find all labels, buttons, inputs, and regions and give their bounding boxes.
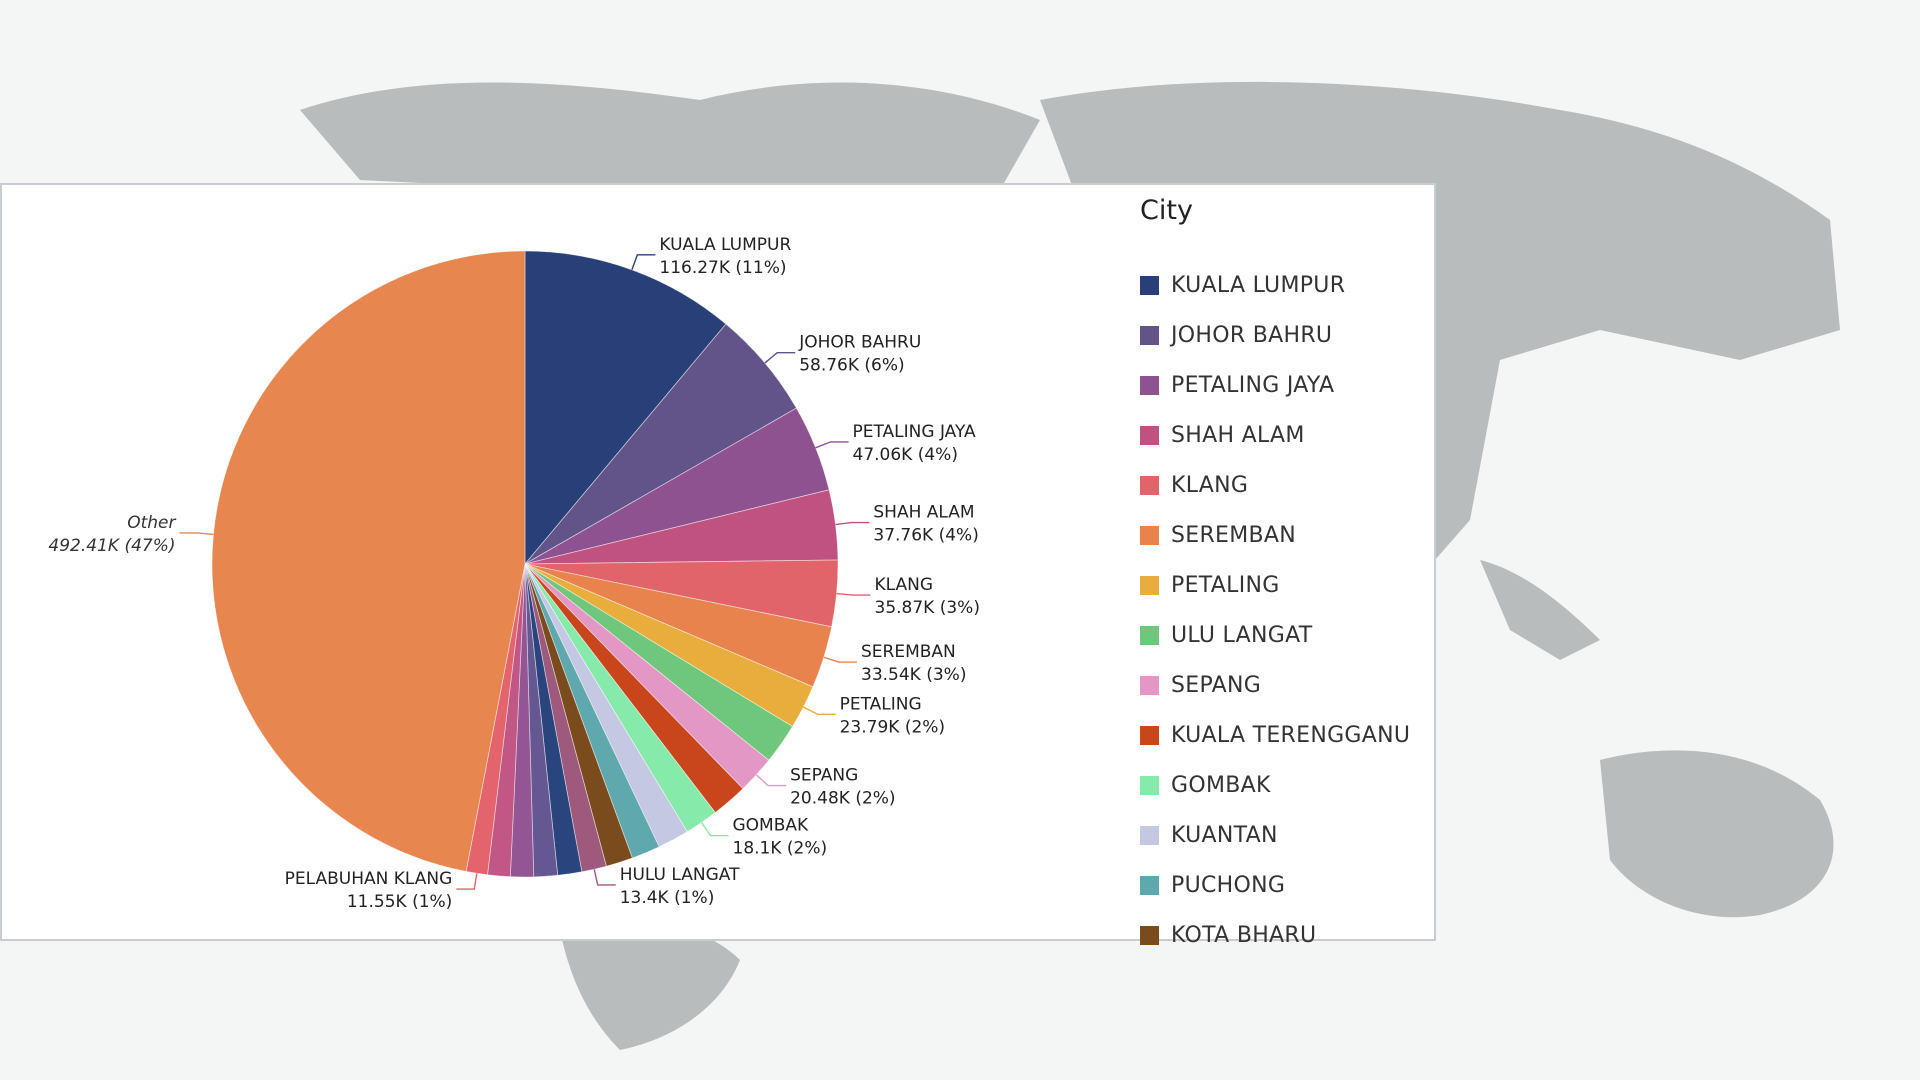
legend-swatch-petaling: [1140, 575, 1159, 595]
legend-items: KUALA LUMPUR JOHOR BAHRU PETALING JAYA SHAH…: [1140, 260, 1410, 960]
legend-swatch-klang: [1140, 475, 1159, 495]
legend-label-shah-alam: SHAH ALAM: [1171, 422, 1305, 448]
data-label-name-pelabuhan-klang: PELABUHAN KLANG: [285, 869, 453, 889]
legend-swatch-kuantan: [1140, 825, 1159, 845]
data-label-value-kuala-lumpur: 116.27K (11%): [659, 258, 786, 278]
data-label-name-kuala-lumpur: KUALA LUMPUR: [659, 235, 791, 255]
data-label-name-gombak: GOMBAK: [733, 816, 810, 836]
data-label-value-petaling: 23.79K (2%): [840, 717, 945, 737]
data-label-value-johor-bahru: 58.76K (6%): [799, 356, 904, 376]
legend-item-gombak[interactable]: GOMBAK: [1140, 760, 1410, 810]
data-label-value-other: 492.41K (47%): [48, 536, 175, 556]
legend-item-kuantan[interactable]: KUANTAN: [1140, 810, 1410, 860]
legend-label-petaling-jaya: PETALING JAYA: [1171, 372, 1335, 398]
legend-item-kota-bharu[interactable]: KOTA BHARU: [1140, 910, 1410, 960]
leader-line-pelabuhan-klang: [456, 873, 478, 890]
leader-line-petaling-jaya: [815, 441, 849, 449]
legend-item-klang[interactable]: KLANG: [1140, 460, 1410, 510]
legend-swatch-puchong: [1140, 875, 1159, 895]
legend-item-sepang[interactable]: SEPANG: [1140, 660, 1410, 710]
legend-swatch-kuala-lumpur: [1140, 275, 1159, 295]
data-label-value-hulu-langat: 13.4K (1%): [620, 888, 715, 908]
leader-line-seremban: [823, 656, 857, 663]
legend-item-puchong[interactable]: PUCHONG: [1140, 860, 1410, 910]
legend-label-johor-bahru: JOHOR BAHRU: [1171, 322, 1333, 348]
data-label-name-klang: KLANG: [875, 575, 934, 595]
legend-label-puchong: PUCHONG: [1171, 872, 1286, 898]
leader-line-gombak: [700, 822, 729, 837]
chart-panel: KUALA LUMPUR 116.27K (11%) JOHOR BAHRU 58.7…: [0, 183, 1436, 948]
legend-item-kuala-terengganu[interactable]: KUALA TERENGGANU: [1140, 710, 1410, 760]
legend-item-petaling-jaya[interactable]: PETALING JAYA: [1140, 360, 1410, 410]
data-label-value-sepang: 20.48K (2%): [790, 789, 895, 809]
leader-line-hulu-langat: [593, 869, 616, 886]
legend-label-ulu-langat: ULU LANGAT: [1171, 622, 1313, 648]
legend-swatch-kota-bharu: [1140, 925, 1159, 945]
data-label-value-seremban: 33.54K (3%): [861, 665, 966, 685]
data-label-value-gombak: 18.1K (2%): [733, 839, 828, 859]
legend: City KUALA LUMPUR JOHOR BAHRU PETALING JAY…: [1138, 185, 1428, 948]
legend-label-kuantan: KUANTAN: [1171, 822, 1278, 848]
leader-line-shah-alam: [835, 521, 870, 526]
leader-line-klang: [836, 592, 871, 596]
legend-label-seremban: SEREMBAN: [1171, 522, 1297, 548]
data-label-name-sepang: SEPANG: [790, 766, 858, 786]
legend-swatch-petaling-jaya: [1140, 375, 1159, 395]
legend-label-klang: KLANG: [1171, 472, 1249, 498]
legend-swatch-gombak: [1140, 775, 1159, 795]
legend-item-johor-bahru[interactable]: JOHOR BAHRU: [1140, 310, 1410, 360]
data-label-name-petaling-jaya: PETALING JAYA: [853, 422, 977, 442]
data-label-value-klang: 35.87K (3%): [875, 598, 980, 618]
data-label-value-pelabuhan-klang: 11.55K (1%): [347, 892, 452, 912]
legend-swatch-ulu-langat: [1140, 625, 1159, 645]
legend-swatch-shah-alam: [1140, 425, 1159, 445]
legend-item-seremban[interactable]: SEREMBAN: [1140, 510, 1410, 560]
legend-label-kuala-lumpur: KUALA LUMPUR: [1171, 272, 1346, 298]
leader-line-johor-bahru: [764, 351, 796, 364]
leader-line-petaling: [803, 706, 836, 715]
leader-line-other: [179, 532, 214, 536]
leader-line-kuala-lumpur: [631, 254, 656, 271]
data-label-name-shah-alam: SHAH ALAM: [873, 503, 974, 523]
data-label-name-johor-bahru: JOHOR BAHRU: [798, 333, 921, 353]
data-label-value-shah-alam: 37.76K (4%): [873, 526, 978, 546]
data-label-name-seremban: SEREMBAN: [861, 642, 956, 662]
legend-swatch-kuala-terengganu: [1140, 725, 1159, 745]
leader-line-sepang: [755, 774, 787, 787]
legend-swatch-sepang: [1140, 675, 1159, 695]
legend-item-ulu-langat[interactable]: ULU LANGAT: [1140, 610, 1410, 660]
legend-title: City: [1140, 195, 1193, 226]
legend-label-sepang: SEPANG: [1171, 672, 1262, 698]
legend-label-petaling: PETALING: [1171, 572, 1280, 598]
data-label-name-other: Other: [127, 513, 176, 533]
legend-label-kota-bharu: KOTA BHARU: [1171, 922, 1317, 948]
pie-slice-other[interactable]: [211, 250, 526, 872]
legend-item-petaling[interactable]: PETALING: [1140, 560, 1410, 610]
data-label-name-petaling: PETALING: [840, 694, 922, 714]
legend-label-kuala-terengganu: KUALA TERENGGANU: [1171, 722, 1411, 748]
legend-label-gombak: GOMBAK: [1171, 772, 1271, 798]
legend-item-kuala-lumpur[interactable]: KUALA LUMPUR: [1140, 260, 1410, 310]
data-label-value-petaling-jaya: 47.06K (4%): [853, 445, 958, 465]
data-label-name-hulu-langat: HULU LANGAT: [620, 865, 740, 885]
legend-item-shah-alam[interactable]: SHAH ALAM: [1140, 410, 1410, 460]
legend-swatch-seremban: [1140, 525, 1159, 545]
pie-chart: KUALA LUMPUR 116.27K (11%) JOHOR BAHRU 58.7…: [48, 235, 980, 912]
legend-swatch-johor-bahru: [1140, 325, 1159, 345]
